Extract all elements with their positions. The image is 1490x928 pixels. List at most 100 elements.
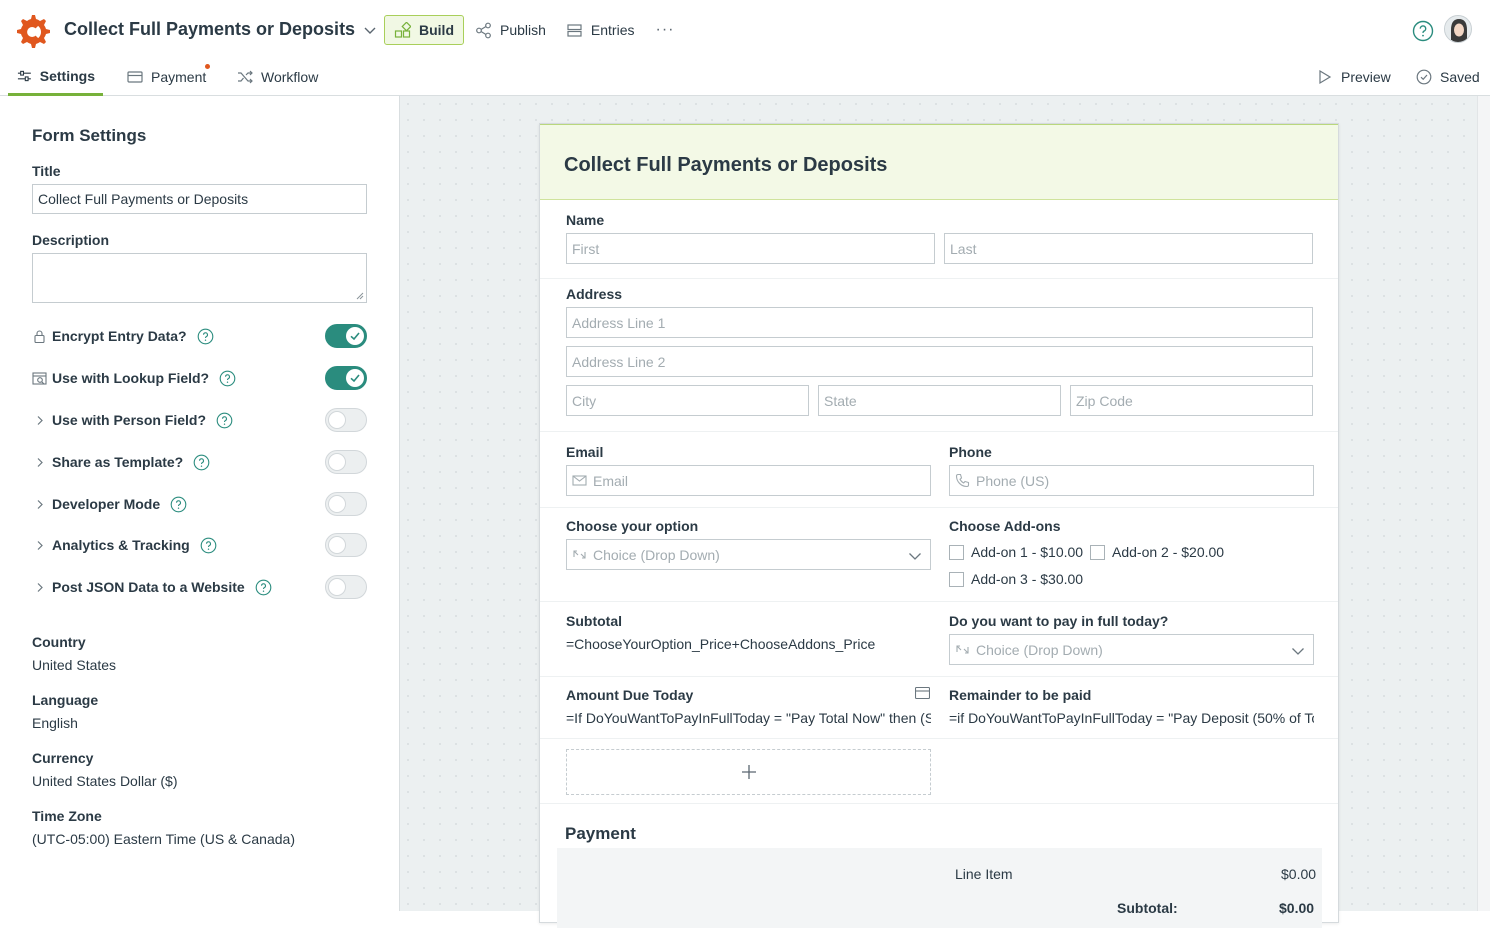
city-input[interactable]: City [566,385,809,416]
chevron-right-icon[interactable] [32,497,47,512]
more-menu-button[interactable]: ··· [646,21,685,39]
row-divider [540,278,1338,279]
payfull-dropdown[interactable]: Choice (Drop Down) [949,634,1314,665]
description-textarea[interactable] [32,253,367,303]
help-icon[interactable] [197,328,214,345]
option-label: Choose your option [566,518,699,534]
toggle-row-template: Share as Template? [32,450,367,474]
template-label: Share as Template? [52,454,184,470]
address-line2-input[interactable]: Address Line 2 [566,346,1313,377]
payfull-placeholder: Choice (Drop Down) [976,641,1103,658]
developer-toggle[interactable] [325,492,367,516]
line-item-label: Line Item [955,866,1013,882]
line-item-value: $0.00 [1281,866,1317,882]
row-divider [540,601,1338,602]
play-icon [1319,69,1332,85]
tab-payment[interactable]: Payment [119,58,214,96]
subtotal-row-label: Subtotal: [1117,900,1178,916]
email-placeholder: Email [593,472,629,489]
add-field-button[interactable] [566,749,931,795]
entries-label: Entries [590,22,635,38]
shuffle-icon [238,70,253,84]
toggle-row-person: Use with Person Field? [32,408,367,432]
preview-button[interactable]: Preview [1317,58,1391,96]
email-input[interactable]: Email [566,465,931,496]
encrypt-toggle[interactable] [325,324,367,348]
subtotal-row-value: $0.00 [1279,900,1315,916]
addon-1-checkbox[interactable]: Add-on 1 - $10.00 [949,544,1083,560]
currency-label: Currency [32,750,94,766]
description-label: Description [32,232,110,248]
lookup-toggle[interactable] [325,366,367,390]
chevron-right-icon[interactable] [32,580,47,595]
canvas-scrollbar[interactable] [1477,96,1490,911]
row-divider [540,507,1338,508]
user-avatar[interactable] [1444,15,1472,43]
dropdown-arrows-icon [573,550,586,559]
check-circle-icon [1416,69,1432,85]
build-button[interactable]: Build [384,15,464,45]
amountdue-label: Amount Due Today [566,687,694,703]
top-nav: Build Publish Entries ··· [384,15,684,45]
tab-workflow[interactable]: Workflow [229,58,326,96]
remainder-formula[interactable]: =if DoYouWantToPayInFullToday = "Pay Dep… [949,710,1314,726]
chevron-right-icon[interactable] [32,413,47,428]
publish-button[interactable]: Publish [466,15,555,45]
cognito-logo-icon[interactable] [14,13,50,49]
tab-settings[interactable]: Settings [8,58,103,96]
title-input[interactable]: Collect Full Payments or Deposits [32,184,367,214]
help-icon[interactable] [170,496,187,513]
zip-input[interactable]: Zip Code [1070,385,1313,416]
help-icon[interactable] [193,454,210,471]
entries-button[interactable]: Entries [557,15,644,45]
top-bar: Collect Full Payments or Deposits Build … [0,0,1490,58]
help-icon[interactable] [219,370,236,387]
addon-2-checkbox[interactable]: Add-on 2 - $20.00 [1090,544,1224,560]
checkbox-box[interactable] [949,571,964,587]
addon-3-label: Add-on 3 - $30.00 [971,571,1084,587]
addons-label: Choose Add-ons [949,518,1061,534]
country-value[interactable]: United States [32,657,116,673]
tab-workflow-label: Workflow [261,69,319,85]
form-header[interactable]: Collect Full Payments or Deposits [540,124,1338,200]
preview-label: Preview [1341,69,1391,85]
toggle-row-developer: Developer Mode [32,492,367,516]
help-icon[interactable] [255,579,272,596]
chevron-right-icon[interactable] [32,455,47,470]
tab-settings-label: Settings [39,67,95,84]
template-toggle[interactable] [325,450,367,474]
payment-summary: Line Item $0.00 Subtotal: $0.00 [557,848,1322,928]
addon-3-checkbox[interactable]: Add-on 3 - $30.00 [949,571,1083,587]
lock-icon [34,329,45,343]
checkbox-box[interactable] [949,544,964,560]
phone-input[interactable]: Phone (US) [949,465,1314,496]
chevron-right-icon[interactable] [32,538,47,553]
state-input[interactable]: State [818,385,1061,416]
last-name-input[interactable]: Last [944,233,1313,264]
toggle-row-analytics: Analytics & Tracking [32,533,367,557]
language-label: Language [32,692,99,708]
resize-grip-icon[interactable] [356,292,364,300]
timezone-label: Time Zone [32,808,102,824]
help-icon[interactable] [216,412,233,429]
help-icon[interactable] [1412,20,1434,42]
tab-payment-label: Payment [151,69,207,85]
analytics-toggle[interactable] [325,533,367,557]
address-line1-input[interactable]: Address Line 1 [566,307,1313,338]
analytics-label: Analytics & Tracking [52,537,190,553]
json-toggle[interactable] [325,575,367,599]
chevron-down-icon [1292,648,1304,655]
option-dropdown[interactable]: Choice (Drop Down) [566,539,931,570]
subtotal-formula[interactable]: =ChooseYourOption_Price+ChooseAddons_Pri… [566,636,931,652]
help-icon[interactable] [200,537,217,554]
first-name-input[interactable]: First [566,233,935,264]
toggle-row-json: Post JSON Data to a Website [32,575,367,599]
checkbox-box[interactable] [1090,544,1105,560]
envelope-icon [572,475,587,486]
timezone-value[interactable]: (UTC-05:00) Eastern Time (US & Canada) [32,831,295,847]
amountdue-formula[interactable]: =If DoYouWantToPayInFullToday = "Pay Tot… [566,710,931,726]
language-value[interactable]: English [32,715,78,731]
currency-value[interactable]: United States Dollar ($) [32,773,178,789]
person-toggle[interactable] [325,408,367,432]
form-title-dropdown[interactable]: Collect Full Payments or Deposits [64,19,377,40]
